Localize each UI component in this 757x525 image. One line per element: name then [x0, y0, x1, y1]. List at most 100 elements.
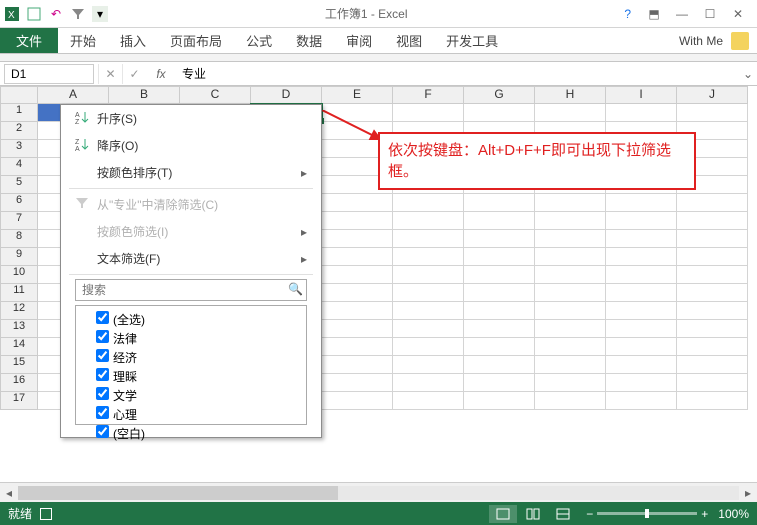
- col-header[interactable]: J: [677, 86, 748, 104]
- sort-asc-item[interactable]: AZ 升序(S): [61, 105, 321, 132]
- cell[interactable]: [677, 338, 748, 356]
- row-header[interactable]: 16: [0, 374, 38, 392]
- page-layout-view-button[interactable]: [519, 505, 547, 523]
- cell[interactable]: [606, 230, 677, 248]
- row-header[interactable]: 17: [0, 392, 38, 410]
- filter-check-item[interactable]: 法律: [96, 329, 300, 348]
- cancel-formula-icon[interactable]: ✕: [98, 64, 122, 84]
- cell[interactable]: [464, 356, 535, 374]
- row-header[interactable]: 13: [0, 320, 38, 338]
- cell[interactable]: [393, 302, 464, 320]
- undo-icon[interactable]: ↶: [48, 6, 64, 22]
- file-tab[interactable]: 文件: [0, 28, 58, 53]
- cell[interactable]: [677, 356, 748, 374]
- cell[interactable]: [322, 338, 393, 356]
- cell[interactable]: [322, 212, 393, 230]
- row-header[interactable]: 5: [0, 176, 38, 194]
- cell[interactable]: [677, 230, 748, 248]
- col-header[interactable]: C: [180, 86, 251, 104]
- cell[interactable]: [393, 374, 464, 392]
- row-header[interactable]: 6: [0, 194, 38, 212]
- filter-checkbox[interactable]: [96, 330, 109, 343]
- filter-checkbox[interactable]: [96, 387, 109, 400]
- cell[interactable]: [535, 284, 606, 302]
- page-break-view-button[interactable]: [549, 505, 577, 523]
- cell[interactable]: [677, 212, 748, 230]
- cell[interactable]: [393, 284, 464, 302]
- ribbon-toggle-icon[interactable]: ⬒: [641, 4, 667, 24]
- cell[interactable]: [393, 230, 464, 248]
- tab-developer[interactable]: 开发工具: [434, 27, 510, 54]
- save-icon[interactable]: [26, 6, 42, 22]
- text-filter-item[interactable]: 文本筛选(F) ▸: [61, 245, 321, 272]
- cell[interactable]: [677, 104, 748, 122]
- cell[interactable]: [535, 356, 606, 374]
- normal-view-button[interactable]: [489, 505, 517, 523]
- tab-insert[interactable]: 插入: [108, 27, 158, 54]
- cell[interactable]: [606, 104, 677, 122]
- filter-checkbox[interactable]: [96, 349, 109, 362]
- filter-checkbox[interactable]: [96, 311, 109, 324]
- zoom-slider[interactable]: [597, 512, 697, 515]
- filter-checkbox[interactable]: [96, 425, 109, 438]
- cell[interactable]: [322, 320, 393, 338]
- cell[interactable]: [535, 374, 606, 392]
- cell[interactable]: [322, 392, 393, 410]
- cell[interactable]: [535, 302, 606, 320]
- cell[interactable]: [677, 302, 748, 320]
- filter-qat-icon[interactable]: [70, 6, 86, 22]
- cell[interactable]: [322, 266, 393, 284]
- scroll-left-icon[interactable]: ◂: [0, 486, 18, 500]
- filter-check-item[interactable]: (全选): [96, 310, 300, 329]
- filter-checkbox[interactable]: [96, 368, 109, 381]
- cell[interactable]: [322, 194, 393, 212]
- cell[interactable]: [606, 356, 677, 374]
- scroll-thumb[interactable]: [18, 486, 338, 500]
- help-icon[interactable]: ?: [624, 7, 631, 21]
- cell[interactable]: [393, 194, 464, 212]
- cell[interactable]: [606, 302, 677, 320]
- cell[interactable]: [322, 248, 393, 266]
- col-header[interactable]: A: [38, 86, 109, 104]
- user-icon[interactable]: [731, 32, 749, 50]
- row-header[interactable]: 8: [0, 230, 38, 248]
- name-box[interactable]: D1: [4, 64, 94, 84]
- tab-data[interactable]: 数据: [284, 27, 334, 54]
- cell[interactable]: [464, 194, 535, 212]
- maximize-button[interactable]: ☐: [697, 4, 723, 24]
- filter-check-item[interactable]: 经济: [96, 348, 300, 367]
- zoom-out-button[interactable]: −: [586, 507, 593, 521]
- tab-view[interactable]: 视图: [384, 27, 434, 54]
- zoom-level[interactable]: 100%: [718, 507, 749, 521]
- cell[interactable]: [393, 248, 464, 266]
- cell[interactable]: [535, 194, 606, 212]
- cell[interactable]: [535, 338, 606, 356]
- expand-formula-icon[interactable]: ⌄: [739, 67, 757, 81]
- filter-check-item[interactable]: (空白): [96, 424, 300, 443]
- cell[interactable]: [677, 194, 748, 212]
- cell[interactable]: [535, 392, 606, 410]
- cell[interactable]: [606, 266, 677, 284]
- close-button[interactable]: ✕: [725, 4, 751, 24]
- cell[interactable]: [393, 104, 464, 122]
- cell[interactable]: [393, 338, 464, 356]
- cell[interactable]: [606, 194, 677, 212]
- cell[interactable]: [464, 392, 535, 410]
- cell[interactable]: [464, 266, 535, 284]
- cell[interactable]: [535, 266, 606, 284]
- row-header[interactable]: 12: [0, 302, 38, 320]
- tab-home[interactable]: 开始: [58, 27, 108, 54]
- cell[interactable]: [464, 230, 535, 248]
- cell[interactable]: [606, 248, 677, 266]
- fx-icon[interactable]: fx: [146, 67, 176, 81]
- cell[interactable]: [677, 374, 748, 392]
- tab-layout[interactable]: 页面布局: [158, 27, 234, 54]
- col-header[interactable]: D: [251, 86, 322, 104]
- cell[interactable]: [393, 356, 464, 374]
- accept-formula-icon[interactable]: ✓: [122, 64, 146, 84]
- cell[interactable]: [393, 212, 464, 230]
- cell[interactable]: [464, 212, 535, 230]
- cell[interactable]: [677, 248, 748, 266]
- select-all-corner[interactable]: [0, 86, 38, 104]
- filter-search-input[interactable]: [75, 279, 307, 301]
